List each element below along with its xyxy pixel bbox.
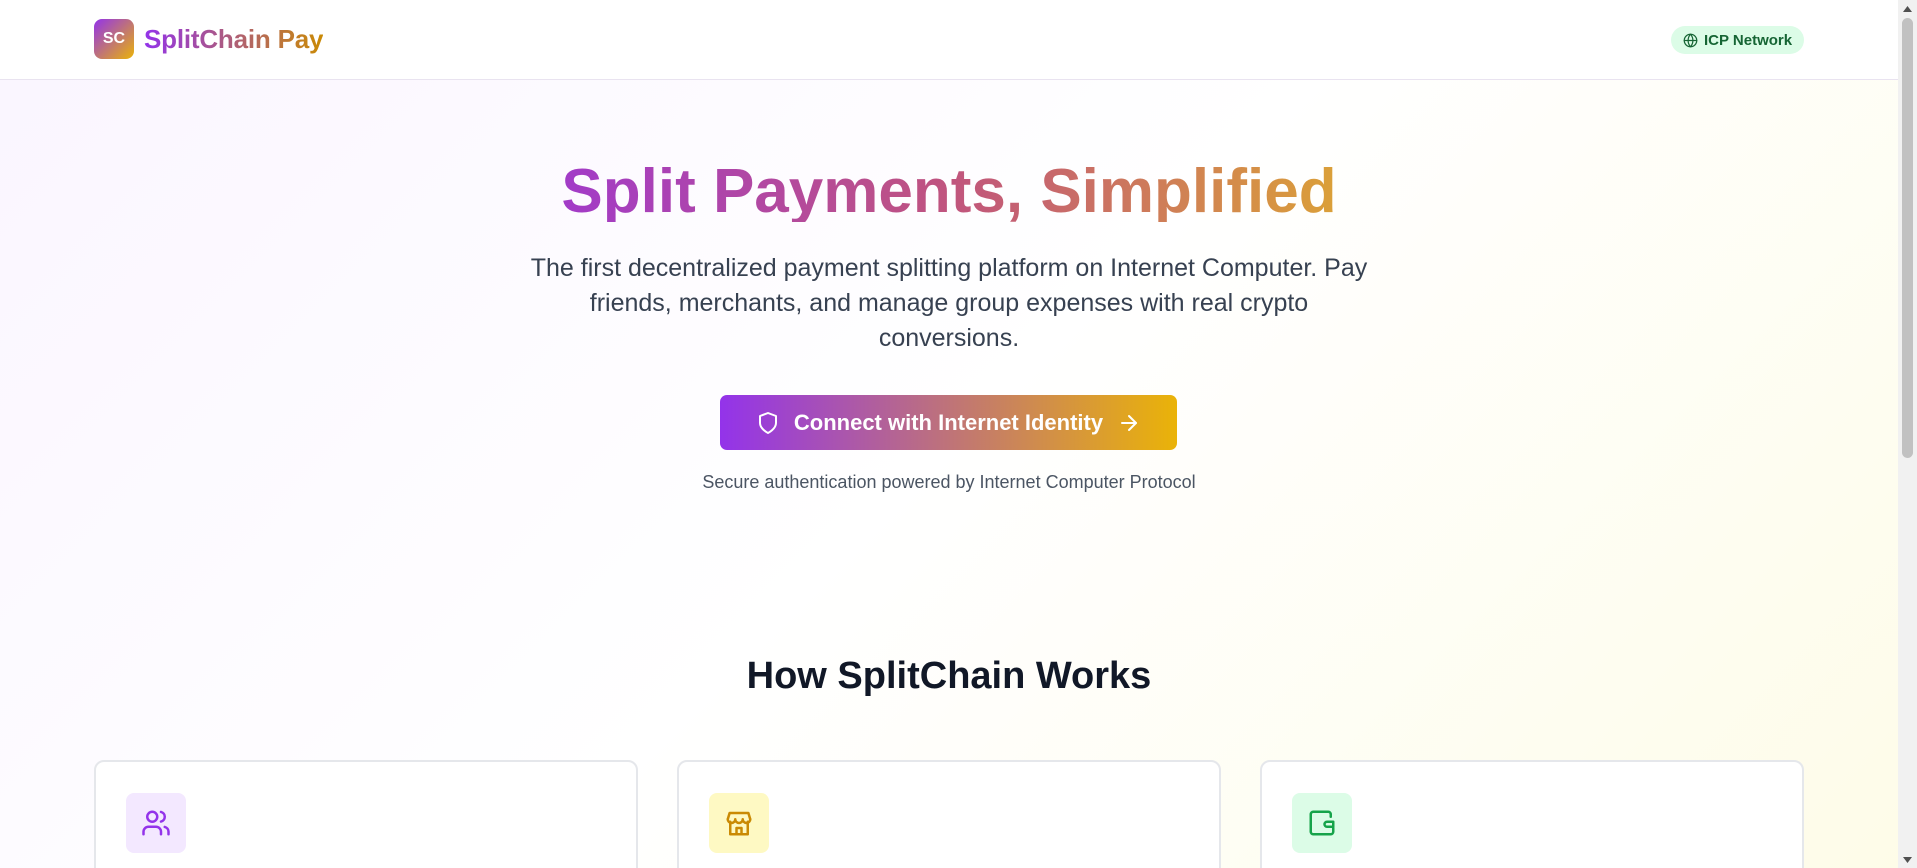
how-it-works-title: How SplitChain Works [746,655,1152,697]
feature-icon-box [1292,793,1352,853]
feature-icon-box [709,793,769,853]
auth-note: Secure authentication powered by Interne… [702,472,1196,492]
connect-internet-identity-button[interactable]: Connect with Internet Identity [720,395,1177,450]
scrollbar-thumb[interactable] [1902,18,1913,458]
logo-mark: SC [94,19,134,59]
feature-card-wallet [1260,760,1804,868]
brand-logo[interactable]: SC SplitChain Pay [94,19,323,59]
globe-icon [1683,33,1698,47]
arrow-right-icon [1121,414,1138,431]
network-badge: ICP Network [1671,26,1805,54]
store-icon [726,811,752,836]
feature-icon-box [126,793,186,853]
hero-title: Split Payments, Simplified [0,152,1898,222]
wallet-icon [1309,810,1335,836]
feature-card-group-split [94,760,638,868]
users-icon [142,810,170,836]
scroll-up-arrow-icon[interactable] [1898,0,1917,17]
vertical-scrollbar[interactable] [1898,0,1917,868]
shield-icon [758,411,777,434]
landing-page: SC SplitChain Pay ICP Network Split Paym… [0,0,1898,868]
feature-card-merchant [677,760,1221,868]
hero-subtitle: The first decentralized payment splittin… [530,254,1368,352]
scroll-down-arrow-icon[interactable] [1898,851,1917,868]
top-navbar: SC SplitChain Pay ICP Network [0,0,1898,80]
network-badge-label: ICP Network [1704,31,1793,49]
brand-name: SplitChain Pay [144,23,324,54]
connect-button-label: Connect with Internet Identity [793,409,1104,435]
